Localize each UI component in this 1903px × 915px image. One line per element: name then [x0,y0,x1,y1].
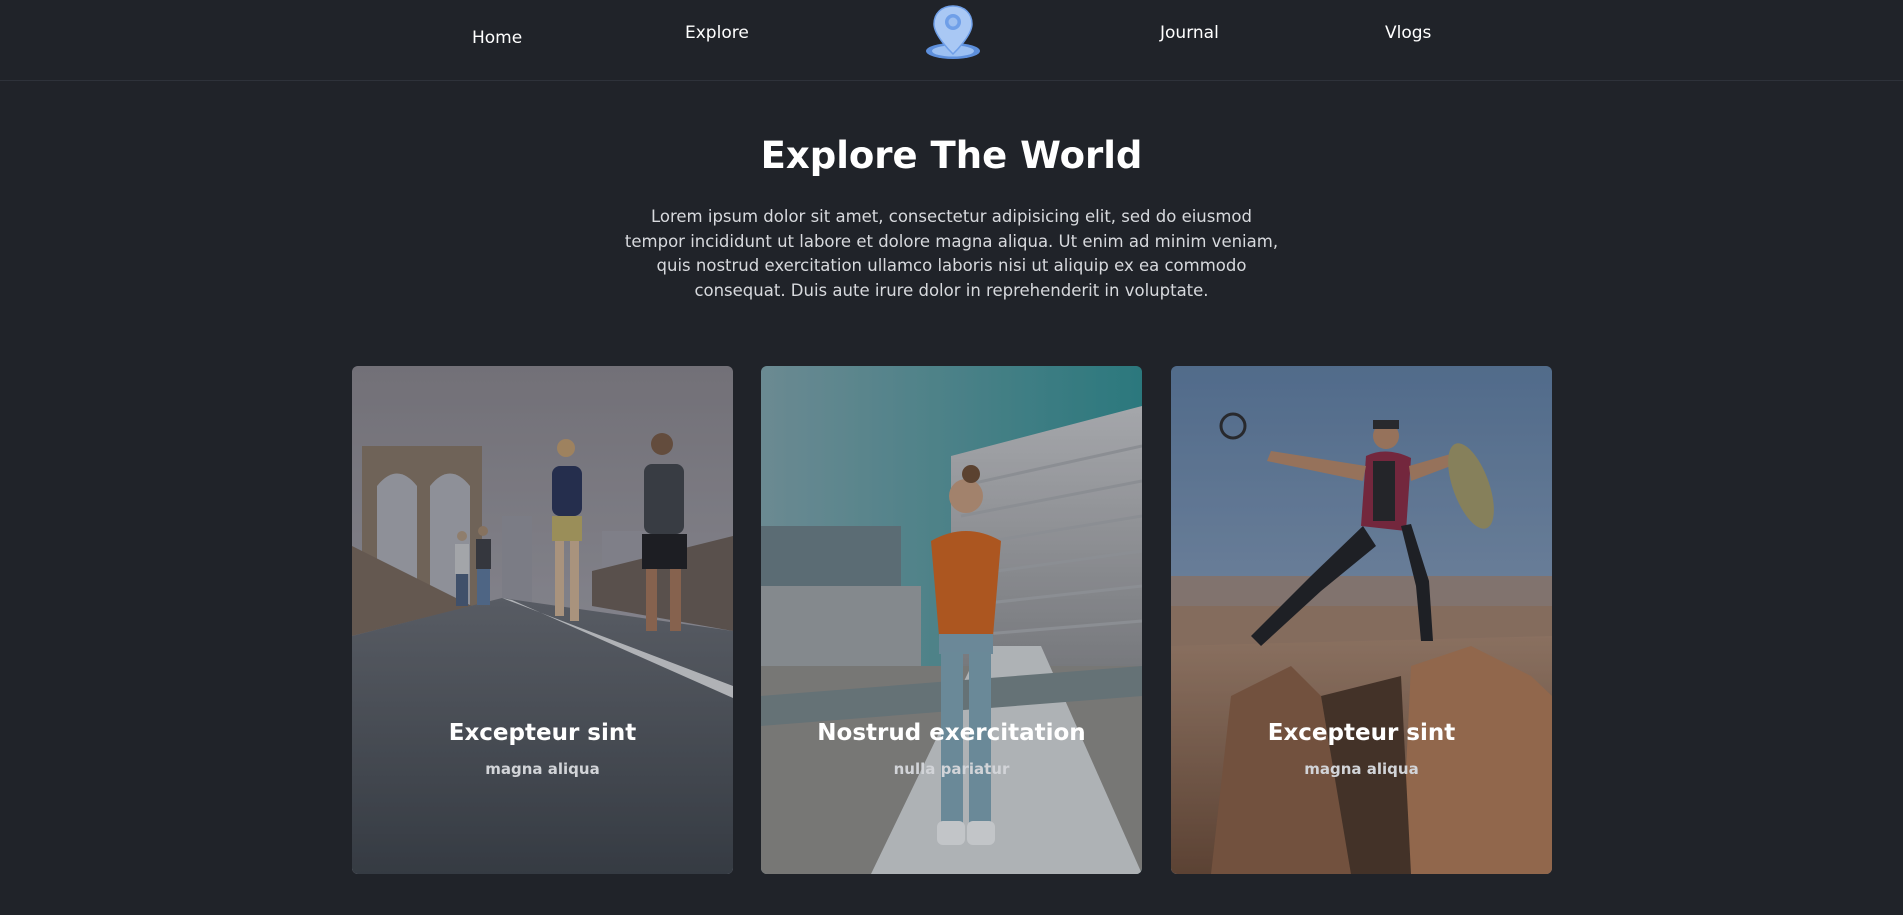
card-subtitle: magna aliqua [485,760,600,778]
nav-journal-link[interactable]: Journal [1160,23,1219,43]
card-subtitle: nulla pariatur [893,760,1010,778]
intro-paragraph: Lorem ipsum dolor sit amet, consectetur … [624,207,1279,300]
card-subtitle: magna aliqua [1304,760,1419,778]
card-title: Excepteur sint [1267,720,1456,746]
top-navigation: Home Explore Journal Vlogs [0,0,1903,81]
card-title: Nostrud exercitation [817,720,1086,746]
card-runners-bridge[interactable]: Excepteur sint magna aliqua [352,366,733,874]
card-title: Excepteur sint [448,720,637,746]
nav-vlogs-link[interactable]: Vlogs [1385,23,1431,43]
card-woman-city[interactable]: Nostrud exercitation nulla pariatur [761,366,1142,874]
nav-home-link[interactable]: Home [472,28,522,48]
nav-explore-link[interactable]: Explore [685,23,749,43]
card-image-bridge [352,366,733,874]
card-image-canyon [1171,366,1552,874]
card-image-city [761,366,1142,874]
map-pin-icon[interactable] [922,2,984,60]
page-title: Explore The World [760,134,1143,177]
card-canyon-jump[interactable]: Excepteur sint magna aliqua [1171,366,1552,874]
